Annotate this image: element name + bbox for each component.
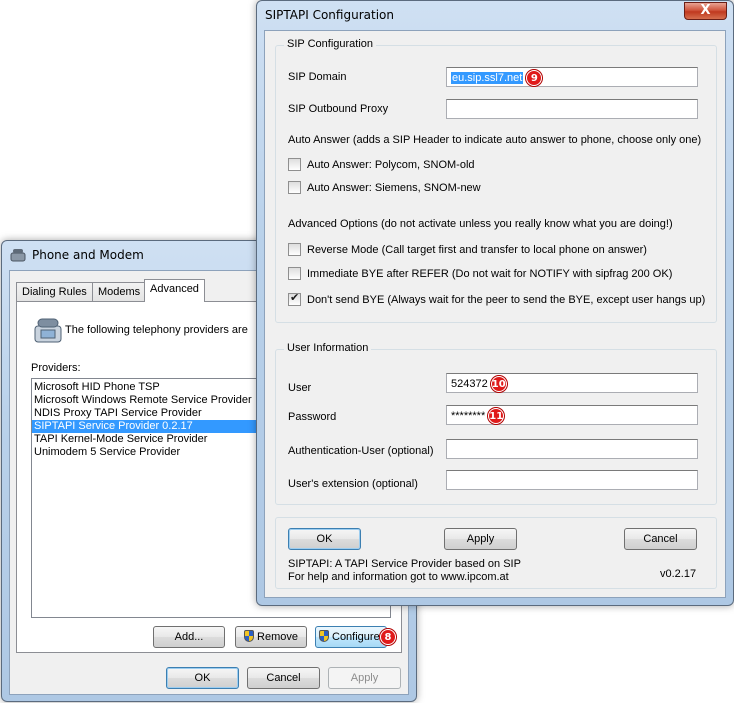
siptapi-titlebar[interactable]: SIPTAPI Configuration	[257, 1, 733, 29]
sip-configuration-title: SIP Configuration	[284, 38, 377, 50]
authentication-user-input[interactable]	[446, 439, 698, 459]
sip-outbound-proxy-input[interactable]	[446, 99, 698, 119]
telephone-icon	[34, 318, 62, 343]
configure-button-label: Configure	[332, 631, 380, 643]
tab-advanced-label: Advanced	[150, 283, 199, 295]
auto-answer-siemens-checkbox[interactable]: Auto Answer: Siemens, SNOM-new	[288, 181, 481, 194]
uac-shield-icon	[319, 630, 329, 642]
user-input[interactable]: 524372 10	[446, 373, 698, 393]
user-extension-input[interactable]	[446, 470, 698, 490]
phone-modem-apply-label: Apply	[350, 672, 379, 684]
add-button-label: Add...	[174, 631, 204, 643]
tab-modems-label: Modems	[98, 286, 141, 298]
version-label: v0.2.17	[660, 568, 697, 580]
auto-answer-header: Auto Answer (adds a SIP Header to indica…	[288, 134, 702, 146]
auto-answer-polycom-checkbox[interactable]: Auto Answer: Polycom, SNOM-old	[288, 158, 475, 171]
siptapi-apply-button[interactable]: Apply	[444, 528, 517, 550]
phone-modem-title: Phone and Modem	[32, 248, 144, 262]
user-information-group: User Information User 524372 10 Password …	[275, 342, 717, 505]
password-label: Password	[288, 411, 337, 423]
user-value: 524372	[451, 377, 488, 390]
phone-modem-ok-label: OK	[194, 672, 211, 684]
reverse-mode-checkbox[interactable]: Reverse Mode (Call target first and tran…	[288, 243, 647, 256]
advanced-options-header: Advanced Options (do not activate unless…	[288, 218, 673, 230]
auto-answer-siemens-label: Auto Answer: Siemens, SNOM-new	[307, 181, 481, 194]
auto-answer-polycom-label: Auto Answer: Polycom, SNOM-old	[307, 158, 475, 171]
phone-icon	[10, 249, 26, 262]
footer-line-1: SIPTAPI: A TAPI Service Provider based o…	[288, 558, 521, 570]
siptapi-configuration-window: SIPTAPI Configuration X SIP Configuratio…	[256, 0, 734, 606]
siptapi-title: SIPTAPI Configuration	[265, 8, 394, 22]
footer-line-2: For help and information got to www.ipco…	[288, 571, 509, 583]
phone-modem-cancel-button[interactable]: Cancel	[247, 667, 320, 689]
sip-outbound-proxy-label: SIP Outbound Proxy	[288, 103, 389, 115]
phone-modem-apply-button[interactable]: Apply	[328, 667, 401, 689]
annotation-badge-10: 10	[490, 376, 507, 392]
remove-button[interactable]: Remove	[235, 626, 307, 648]
annotation-badge-8: 8	[380, 629, 396, 645]
authentication-user-label: Authentication-User (optional)	[288, 445, 434, 457]
checkbox-box[interactable]	[288, 267, 301, 280]
remove-button-label: Remove	[257, 631, 298, 643]
siptapi-apply-label: Apply	[466, 533, 495, 545]
sip-domain-input[interactable]: eu.sip.ssl7.net 9	[446, 67, 698, 87]
tab-dialing-rules[interactable]: Dialing Rules	[16, 282, 93, 302]
checkbox-box-checked[interactable]	[288, 291, 301, 306]
password-input[interactable]: ******** 11	[446, 405, 698, 425]
immediate-bye-label: Immediate BYE after REFER (Do not wait f…	[307, 267, 673, 280]
checkbox-box[interactable]	[288, 158, 301, 171]
siptapi-ok-label: OK	[316, 533, 333, 545]
password-value: ********	[451, 409, 486, 422]
sip-configuration-group: SIP Configuration SIP Domain eu.sip.ssl7…	[275, 38, 717, 323]
footer-group: OK Apply Cancel SIPTAPI: A TAPI Service …	[275, 517, 717, 589]
immediate-bye-checkbox[interactable]: Immediate BYE after REFER (Do not wait f…	[288, 267, 672, 280]
uac-shield-icon	[244, 630, 255, 642]
configure-button[interactable]: Configure 8	[315, 626, 396, 648]
sip-domain-label: SIP Domain	[288, 71, 347, 83]
user-extension-label: User's extension (optional)	[288, 478, 418, 490]
providers-description: The following telephony providers are	[65, 324, 248, 336]
annotation-badge-9: 9	[526, 70, 543, 86]
add-button[interactable]: Add...	[153, 626, 225, 648]
sip-domain-value: eu.sip.ssl7.net	[451, 71, 524, 84]
user-label: User	[288, 382, 312, 394]
reverse-mode-label: Reverse Mode (Call target first and tran…	[307, 243, 647, 256]
close-button[interactable]: X	[684, 2, 727, 20]
siptapi-cancel-label: Cancel	[643, 533, 678, 545]
tab-advanced[interactable]: Advanced	[144, 279, 205, 302]
siptapi-client: SIP Configuration SIP Domain eu.sip.ssl7…	[264, 30, 726, 598]
providers-label: Providers:	[31, 362, 81, 374]
checkbox-box[interactable]	[288, 181, 301, 194]
dont-send-bye-label: Don't send BYE (Always wait for the peer…	[307, 293, 706, 306]
checkbox-box[interactable]	[288, 243, 301, 256]
phone-modem-cancel-label: Cancel	[266, 672, 301, 684]
user-information-title: User Information	[284, 342, 372, 354]
tab-modems[interactable]: Modems	[92, 282, 147, 302]
siptapi-ok-button[interactable]: OK	[288, 528, 361, 550]
dont-send-bye-checkbox[interactable]: Don't send BYE (Always wait for the peer…	[288, 291, 706, 306]
close-icon: X	[700, 3, 711, 18]
phone-modem-ok-button[interactable]: OK	[166, 667, 239, 689]
siptapi-cancel-button[interactable]: Cancel	[624, 528, 697, 550]
annotation-badge-11: 11	[488, 408, 505, 424]
tab-dialing-rules-label: Dialing Rules	[22, 286, 87, 298]
